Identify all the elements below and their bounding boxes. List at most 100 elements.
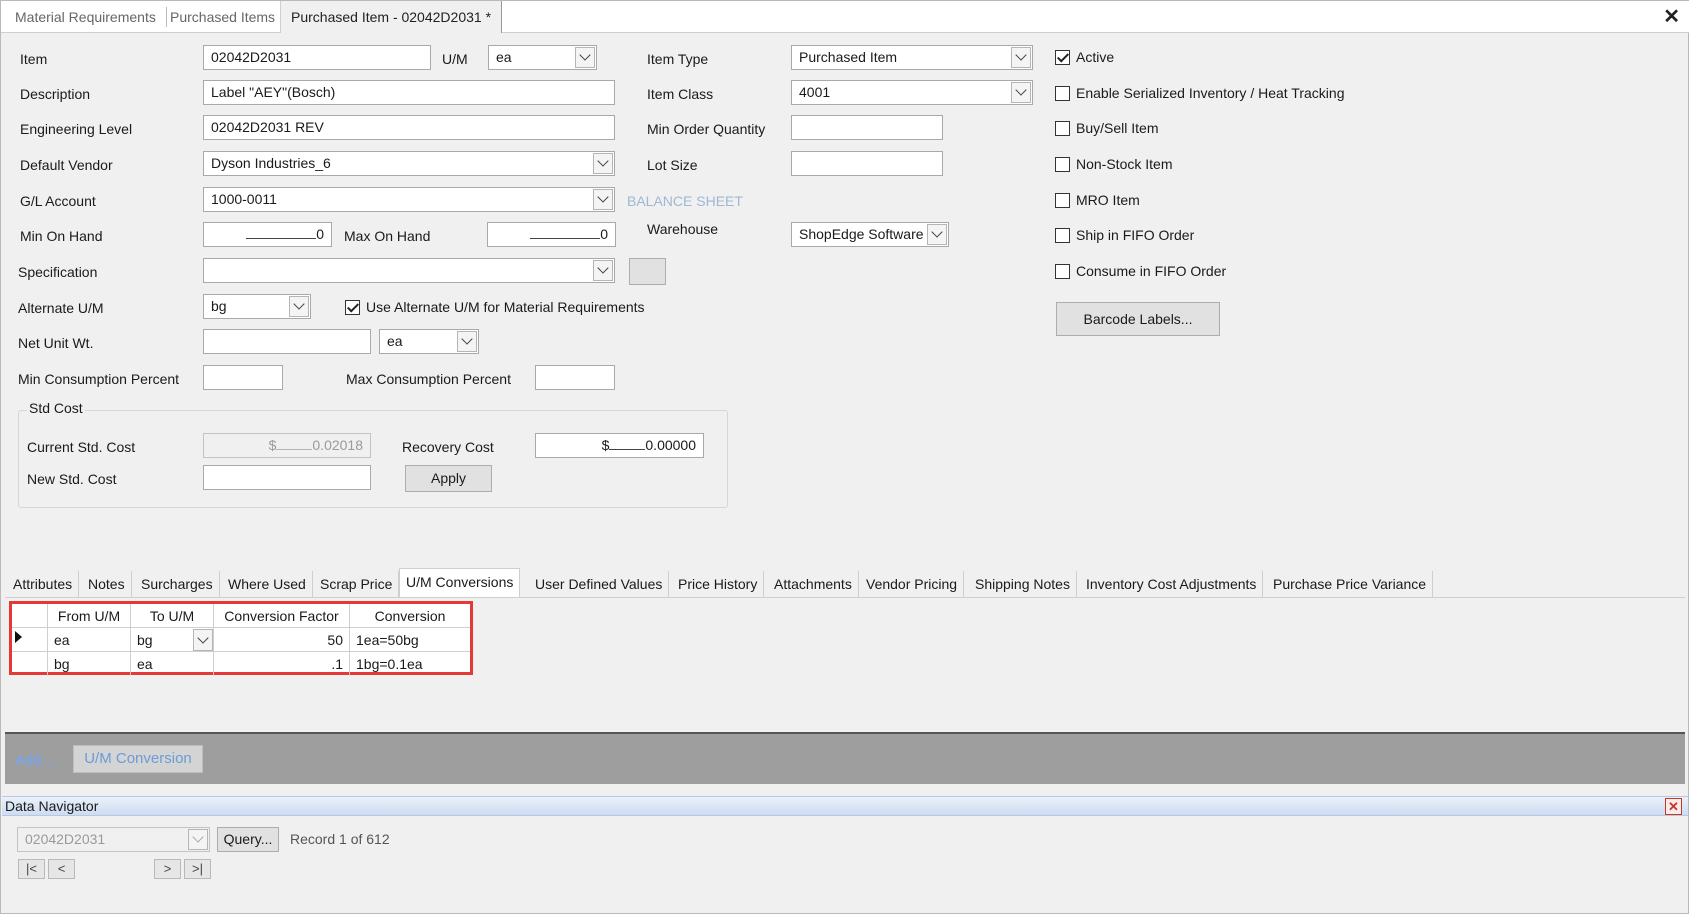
- description-label: Description: [20, 86, 91, 102]
- tab-surcharges[interactable]: Surcharges: [135, 571, 220, 597]
- consume-fifo-label: Consume in FIFO Order: [1076, 263, 1227, 279]
- chevron-down-icon[interactable]: [575, 47, 595, 68]
- max-consumption-input[interactable]: [535, 365, 615, 390]
- specification-label: Specification: [18, 264, 98, 280]
- row-selector[interactable]: [12, 652, 48, 676]
- non-stock-label: Non-Stock Item: [1076, 156, 1173, 172]
- specification-lookup-button[interactable]: [629, 258, 666, 285]
- lot-size-input[interactable]: [791, 151, 943, 176]
- new-std-cost-input[interactable]: [203, 465, 371, 490]
- tab-scrap-price[interactable]: Scrap Price: [314, 571, 400, 597]
- active-checkbox[interactable]: [1055, 50, 1070, 65]
- non-stock-checkbox[interactable]: [1055, 157, 1070, 172]
- add-link[interactable]: Add ...: [15, 752, 58, 769]
- tab-where-used[interactable]: Where Used: [222, 571, 313, 597]
- recovery-cost-input[interactable]: $0.00000: [535, 433, 704, 458]
- tab-um-conversions[interactable]: U/M Conversions: [399, 568, 521, 597]
- grid-cell-conversion-factor[interactable]: 50: [214, 628, 350, 652]
- min-order-qty-input[interactable]: [791, 115, 943, 140]
- last-record-button[interactable]: >|: [184, 859, 211, 879]
- tab-shipping-notes[interactable]: Shipping Notes: [969, 571, 1077, 597]
- use-alt-um-checkbox[interactable]: [345, 300, 360, 315]
- previous-record-button[interactable]: <: [48, 859, 75, 879]
- gl-account-select[interactable]: 1000-0011: [203, 187, 615, 212]
- eng-level-input[interactable]: 02042D2031 REV: [203, 115, 615, 140]
- doc-tab-material-requirements[interactable]: Material Requirements: [5, 7, 167, 27]
- use-alt-um-label: Use Alternate U/M for Material Requireme…: [366, 299, 645, 315]
- tab-purchase-price-variance[interactable]: Purchase Price Variance: [1267, 571, 1434, 597]
- net-unit-wt-input[interactable]: [203, 329, 371, 354]
- app-window: Material Requirements Purchased Items Pu…: [0, 0, 1689, 914]
- first-record-button[interactable]: |<: [18, 859, 45, 879]
- item-type-label: Item Type: [647, 51, 709, 67]
- chevron-down-icon[interactable]: [457, 331, 477, 352]
- data-navigator-header: Data Navigator ✕: [2, 796, 1688, 816]
- net-unit-um-select[interactable]: ea: [379, 329, 479, 354]
- barcode-labels-button[interactable]: Barcode Labels...: [1056, 302, 1220, 336]
- doc-tab-purchased-item[interactable]: Purchased Item - 02042D2031 *: [280, 1, 503, 33]
- max-on-hand-input[interactable]: 0: [487, 222, 616, 247]
- chevron-down-icon[interactable]: [927, 224, 947, 245]
- chevron-down-icon[interactable]: [593, 189, 613, 210]
- recovery-cost-prefix: $: [601, 437, 610, 453]
- grid-cell-conversion-factor[interactable]: .1: [214, 652, 350, 676]
- to-um-dropdown[interactable]: [193, 629, 213, 651]
- specification-select[interactable]: [203, 258, 615, 283]
- current-std-cost-value: 0.02018: [312, 437, 363, 453]
- ship-fifo-checkbox[interactable]: [1055, 228, 1070, 243]
- chevron-down-icon[interactable]: [289, 296, 309, 317]
- chevron-down-icon[interactable]: [194, 630, 212, 650]
- add-toolbar: Add ... U/M Conversion: [5, 732, 1685, 784]
- alt-um-select[interactable]: bg: [203, 294, 311, 319]
- item-class-select[interactable]: 4001: [791, 80, 1033, 105]
- col-header-conversion[interactable]: Conversion: [350, 604, 470, 628]
- ship-fifo-label: Ship in FIFO Order: [1076, 227, 1195, 243]
- recovery-cost-label: Recovery Cost: [402, 439, 494, 455]
- col-header-from-um[interactable]: From U/M: [48, 604, 131, 628]
- tab-vendor-pricing[interactable]: Vendor Pricing: [860, 571, 965, 597]
- grid-corner: [12, 604, 48, 628]
- query-button[interactable]: Query...: [217, 827, 279, 852]
- consume-fifo-checkbox[interactable]: [1055, 264, 1070, 279]
- warehouse-value: ShopEdge Software: [799, 226, 924, 242]
- chevron-down-icon[interactable]: [188, 829, 208, 850]
- chevron-down-icon[interactable]: [1011, 82, 1031, 103]
- item-type-select[interactable]: Purchased Item: [791, 45, 1033, 70]
- tab-attachments[interactable]: Attachments: [768, 571, 859, 597]
- serialized-inventory-checkbox[interactable]: [1055, 86, 1070, 101]
- navigator-record-select[interactable]: 02042D2031: [17, 827, 210, 852]
- um-conversion-grid: From U/M To U/M Conversion Factor Conver…: [9, 601, 473, 676]
- um-select[interactable]: ea: [488, 45, 597, 70]
- um-conversion-button[interactable]: U/M Conversion: [73, 745, 203, 773]
- mro-item-checkbox[interactable]: [1055, 193, 1070, 208]
- tab-inventory-cost-adjustments[interactable]: Inventory Cost Adjustments: [1080, 571, 1264, 597]
- doc-tab-purchased-items[interactable]: Purchased Items: [160, 7, 287, 27]
- grid-cell-conversion: 1ea=50bg: [350, 628, 470, 652]
- chevron-down-icon[interactable]: [1011, 47, 1031, 68]
- col-header-to-um[interactable]: To U/M: [131, 604, 214, 628]
- chevron-down-icon[interactable]: [593, 260, 613, 281]
- min-on-hand-input[interactable]: 0: [203, 222, 332, 247]
- apply-button[interactable]: Apply: [405, 465, 492, 492]
- item-input[interactable]: 02042D2031: [203, 45, 431, 70]
- tab-notes[interactable]: Notes: [82, 571, 132, 597]
- tab-price-history[interactable]: Price History: [672, 571, 765, 597]
- item-class-value: 4001: [799, 84, 831, 100]
- warehouse-select[interactable]: ShopEdge Software: [791, 222, 949, 247]
- description-input[interactable]: Label "AEY"(Bosch): [203, 80, 615, 105]
- next-record-button[interactable]: >: [154, 859, 181, 879]
- min-consumption-input[interactable]: [203, 365, 283, 390]
- tab-attributes[interactable]: Attributes: [7, 571, 80, 597]
- close-icon[interactable]: ✕: [1665, 798, 1682, 815]
- grid-cell-to-um[interactable]: ea: [131, 652, 214, 676]
- default-vendor-select[interactable]: Dyson Industries_6: [203, 151, 615, 176]
- close-icon[interactable]: ✕: [1663, 4, 1680, 29]
- min-order-qty-label: Min Order Quantity: [647, 121, 766, 137]
- buy-sell-checkbox[interactable]: [1055, 121, 1070, 136]
- chevron-down-icon[interactable]: [593, 153, 613, 174]
- col-header-conversion-factor[interactable]: Conversion Factor: [214, 604, 350, 628]
- default-vendor-label: Default Vendor: [20, 157, 113, 173]
- grid-cell-from-um[interactable]: bg: [48, 652, 131, 676]
- tab-user-defined-values[interactable]: User Defined Values: [529, 571, 670, 597]
- grid-cell-from-um[interactable]: ea: [48, 628, 131, 652]
